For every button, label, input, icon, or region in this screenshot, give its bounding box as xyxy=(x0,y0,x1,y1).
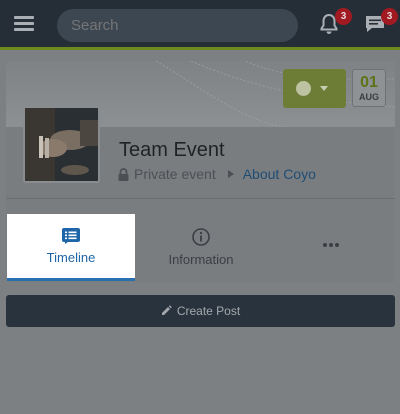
event-visibility: Private event xyxy=(134,166,216,182)
create-post-button[interactable]: Create Post xyxy=(6,295,395,327)
event-meta: Private event About Coyo xyxy=(118,165,316,183)
event-title: Team Event xyxy=(119,139,225,161)
check-circle-icon xyxy=(296,81,311,96)
search-input[interactable] xyxy=(57,9,298,42)
lock-icon xyxy=(118,168,129,181)
parent-page-link[interactable]: About Coyo xyxy=(243,166,316,182)
pencil-icon xyxy=(161,305,172,315)
chevron-down-icon xyxy=(320,86,328,91)
messages-button[interactable]: 3 xyxy=(364,8,398,37)
create-post-label: Create Post xyxy=(176,304,241,318)
list-icon xyxy=(62,228,80,244)
event-date-day: 01 xyxy=(360,74,378,91)
tab-timeline[interactable]: Timeline xyxy=(7,214,135,281)
follow-dropdown-button[interactable] xyxy=(283,69,346,108)
divider xyxy=(6,198,395,199)
notifications-badge: 3 xyxy=(335,8,352,25)
top-navigation-bar: 3 3 xyxy=(0,0,400,50)
event-date-badge: 01 AUG xyxy=(352,69,386,107)
event-avatar[interactable] xyxy=(23,106,100,183)
event-date-month: AUG xyxy=(359,92,379,102)
tab-timeline-label: Timeline xyxy=(46,250,96,265)
tab-information-label: Information xyxy=(168,252,234,267)
notifications-button[interactable]: 3 xyxy=(318,8,352,37)
more-icon xyxy=(266,243,395,247)
tab-information[interactable]: Information xyxy=(136,214,266,281)
messages-badge: 3 xyxy=(381,8,398,25)
event-header-card: 01 AUG Team Event Private event About Coy… xyxy=(6,61,395,282)
info-icon xyxy=(192,228,210,246)
tab-more[interactable] xyxy=(266,214,395,281)
caret-right-icon xyxy=(227,170,234,178)
menu-icon[interactable] xyxy=(14,16,34,32)
